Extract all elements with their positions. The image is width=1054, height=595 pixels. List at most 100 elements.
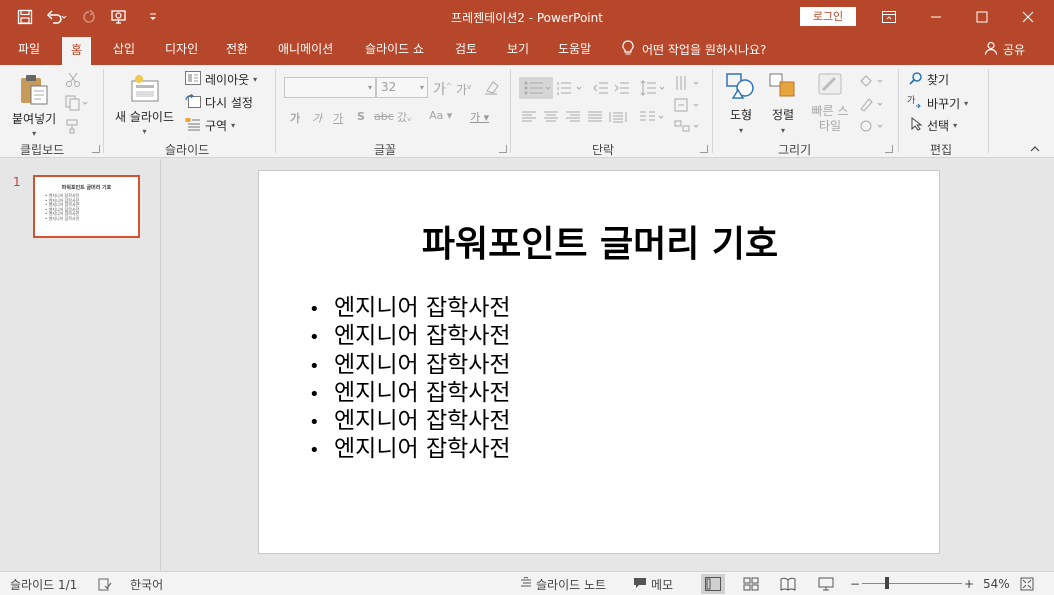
- slide-sorter-view-icon[interactable]: [739, 574, 763, 594]
- font-color-icon[interactable]: 가 ▾: [470, 109, 489, 125]
- decrease-indent-icon[interactable]: [593, 80, 609, 96]
- justify-icon[interactable]: [587, 110, 603, 126]
- text-direction-icon[interactable]: [674, 75, 702, 91]
- zoom-level[interactable]: 54%: [983, 572, 1010, 595]
- underline-icon[interactable]: 가: [333, 110, 343, 126]
- paste-button[interactable]: 붙여넣기 ▾: [12, 73, 56, 138]
- new-slide-dropdown-icon[interactable]: ▾: [143, 127, 147, 136]
- tab-view[interactable]: 보기: [498, 34, 538, 65]
- smartart-icon[interactable]: [674, 118, 702, 134]
- zoom-slider-track[interactable]: [862, 583, 962, 584]
- slide-thumbnail[interactable]: 파워포인트 글머리 기호 엔지니어 잡학사전 엔지니어 잡학사전 엔지니어 잡학…: [33, 175, 140, 238]
- close-icon[interactable]: [1005, 0, 1051, 34]
- text-shadow-icon[interactable]: S: [357, 110, 365, 123]
- strikethrough-icon[interactable]: abc: [374, 110, 394, 123]
- section-button[interactable]: 구역 ▾: [185, 117, 235, 134]
- increase-font-size-icon[interactable]: 가^: [433, 79, 452, 99]
- tell-me-search[interactable]: 어떤 작업을 원하시나요?: [622, 34, 766, 65]
- zoom-in-button[interactable]: +: [964, 572, 974, 595]
- tab-design[interactable]: 디자인: [156, 34, 207, 65]
- reading-view-icon[interactable]: [776, 574, 800, 594]
- tab-insert[interactable]: 삽입: [104, 34, 144, 65]
- drawing-launcher-icon[interactable]: [885, 145, 893, 153]
- tab-help[interactable]: 도움말: [549, 34, 600, 65]
- save-icon[interactable]: [14, 6, 36, 28]
- replace-button[interactable]: 가 바꾸기 ▾: [907, 94, 968, 113]
- cut-icon[interactable]: [65, 72, 81, 88]
- fit-to-window-icon[interactable]: [1020, 572, 1034, 595]
- align-right-icon[interactable]: [565, 110, 581, 126]
- bullet-item[interactable]: 엔지니어 잡학사전: [309, 295, 511, 323]
- columns-icon[interactable]: [639, 110, 667, 126]
- select-button[interactable]: 선택 ▾: [911, 116, 957, 134]
- maximize-icon[interactable]: [959, 0, 1005, 34]
- numbering-icon[interactable]: [557, 80, 585, 96]
- clipboard-launcher-icon[interactable]: [92, 145, 100, 153]
- arrange-button[interactable]: 정렬 ▾: [768, 72, 798, 135]
- quick-styles-button[interactable]: 빠른 스타일: [806, 72, 854, 134]
- shape-effects-icon[interactable]: [858, 118, 886, 134]
- increase-indent-icon[interactable]: [614, 80, 630, 96]
- redo-icon[interactable]: [78, 6, 100, 28]
- italic-icon[interactable]: 가: [312, 110, 322, 126]
- vertical-scrollbar[interactable]: [1046, 159, 1054, 571]
- find-button[interactable]: 찾기: [909, 71, 949, 88]
- paragraph-launcher-icon[interactable]: [700, 145, 708, 153]
- decrease-font-size-icon[interactable]: 가v: [456, 81, 471, 98]
- normal-view-icon[interactable]: [701, 574, 725, 594]
- reset-button[interactable]: 다시 설정: [185, 93, 253, 111]
- shapes-button[interactable]: 도형 ▾: [725, 72, 757, 135]
- slide-title[interactable]: 파워포인트 글머리 기호: [259, 215, 941, 267]
- align-text-icon[interactable]: [674, 97, 702, 113]
- copy-icon[interactable]: [65, 95, 88, 111]
- new-slide-button[interactable]: 새 슬라이드 ▾: [115, 73, 174, 136]
- tab-review[interactable]: 검토: [446, 34, 486, 65]
- slideshow-view-icon[interactable]: [814, 574, 838, 594]
- language-indicator[interactable]: 한국어: [130, 572, 163, 595]
- distributed-icon[interactable]: [609, 110, 627, 126]
- align-left-icon[interactable]: [521, 110, 537, 126]
- accessibility-check-icon[interactable]: [98, 572, 112, 595]
- notes-button[interactable]: 슬라이드 노트: [520, 572, 606, 595]
- customize-qat-icon[interactable]: [142, 6, 164, 28]
- character-spacing-icon[interactable]: 갔ᵥ: [397, 109, 412, 125]
- login-button[interactable]: 로그인: [800, 7, 856, 26]
- bullets-icon[interactable]: [519, 77, 553, 99]
- paste-dropdown-icon[interactable]: ▾: [32, 129, 36, 138]
- format-painter-icon[interactable]: [65, 118, 81, 134]
- tab-animations[interactable]: 애니메이션: [269, 34, 342, 65]
- bullet-item[interactable]: 엔지니어 잡학사전: [309, 436, 511, 464]
- bullet-item[interactable]: 엔지니어 잡학사전: [309, 352, 511, 380]
- share-button[interactable]: 공유: [984, 34, 1025, 65]
- comments-button[interactable]: 메모: [633, 572, 673, 595]
- tab-file[interactable]: 파일: [9, 34, 49, 65]
- zoom-out-button[interactable]: −: [850, 572, 860, 595]
- layout-button[interactable]: 레이아웃 ▾: [185, 71, 257, 88]
- line-spacing-icon[interactable]: [640, 80, 668, 96]
- clear-formatting-icon[interactable]: [483, 79, 499, 95]
- group-divider: [275, 69, 276, 153]
- tab-transitions[interactable]: 전환: [217, 34, 257, 65]
- bold-icon[interactable]: 가: [290, 110, 300, 126]
- change-case-icon[interactable]: Aa ▾: [429, 109, 452, 122]
- shape-outline-icon[interactable]: [858, 96, 886, 112]
- bullet-item[interactable]: 엔지니어 잡학사전: [309, 380, 511, 408]
- bullet-item[interactable]: 엔지니어 잡학사전: [309, 408, 511, 436]
- font-size-combo[interactable]: 32 ▾: [376, 77, 428, 98]
- tab-home[interactable]: 홈: [62, 37, 92, 65]
- align-center-icon[interactable]: [543, 110, 559, 126]
- tab-slideshow[interactable]: 슬라이드 쇼: [356, 34, 433, 65]
- font-name-combo[interactable]: ▾: [284, 77, 376, 98]
- shape-fill-icon[interactable]: [858, 73, 886, 89]
- undo-icon[interactable]: [46, 6, 68, 28]
- font-launcher-icon[interactable]: [499, 145, 507, 153]
- slide-bullet-list[interactable]: 엔지니어 잡학사전 엔지니어 잡학사전 엔지니어 잡학사전 엔지니어 잡학사전 …: [309, 295, 511, 465]
- bullet-item[interactable]: 엔지니어 잡학사전: [309, 323, 511, 351]
- slide-canvas[interactable]: 파워포인트 글머리 기호 엔지니어 잡학사전 엔지니어 잡학사전 엔지니어 잡학…: [258, 170, 940, 554]
- zoom-slider-thumb[interactable]: [885, 577, 889, 589]
- collapse-ribbon-icon[interactable]: [1030, 145, 1040, 156]
- minimize-icon[interactable]: [913, 0, 959, 34]
- quick-styles-label: 빠른 스타일: [811, 104, 849, 133]
- ribbon-display-options-icon[interactable]: [866, 0, 912, 34]
- start-slideshow-icon[interactable]: [110, 6, 132, 28]
